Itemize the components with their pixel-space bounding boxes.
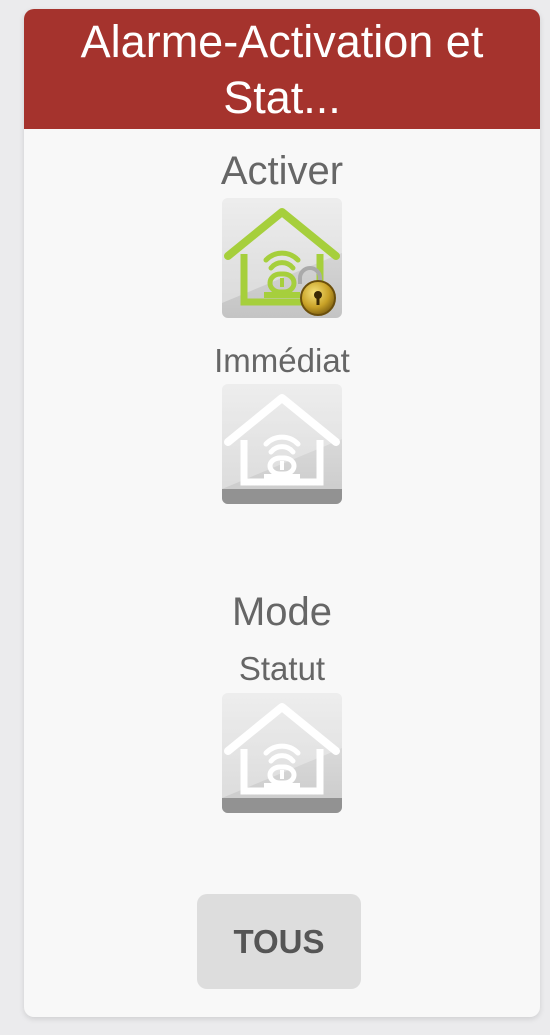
mode-label: Mode (231, 590, 333, 634)
alarm-widget-card: Alarme-Activation et Stat... Activer Imm… (24, 9, 540, 1017)
house-siren-icon (222, 693, 342, 813)
widget-title: Alarme-Activation et Stat... (24, 9, 540, 129)
house-siren-icon (222, 384, 342, 504)
immediat-button[interactable] (222, 384, 342, 504)
activer-button[interactable] (222, 198, 342, 318)
activer-label: Activer (220, 149, 344, 193)
immediat-label: Immédiat (214, 342, 350, 379)
tous-button[interactable]: TOUS (197, 894, 361, 989)
house-siren-lock-icon (222, 198, 342, 318)
statut-label: Statut (238, 650, 326, 687)
statut-button[interactable] (222, 693, 342, 813)
